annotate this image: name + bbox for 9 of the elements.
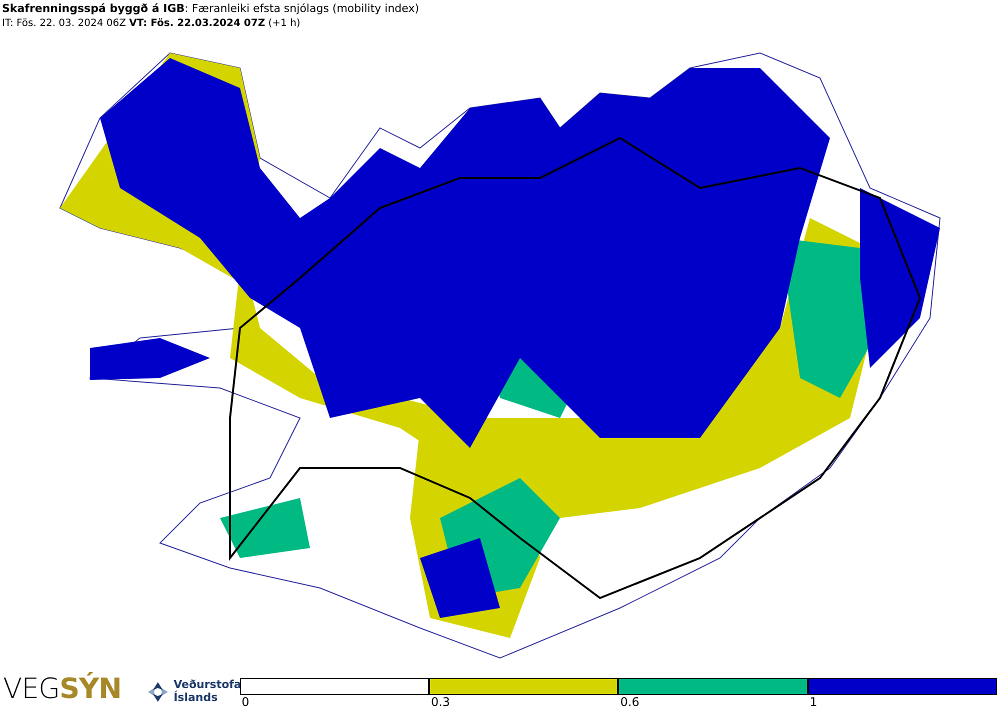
forecast-times: IT: Fös. 22. 03. 2024 06Z VT: Fös. 22.03.2024 07Z (+1 h) xyxy=(2,17,300,31)
vedurstofa-logo-text: Íslands xyxy=(174,691,218,704)
arrows-logo-icon xyxy=(146,681,170,703)
legend-label: 0.3 xyxy=(430,695,450,709)
legend-label: 0 xyxy=(240,695,250,709)
legend-label: 0.6 xyxy=(619,695,640,709)
legend-label: 1 xyxy=(808,695,818,709)
map-title: Skafrenningsspá byggð á IGB: Færanleiki efsta snjólags (mobility index) xyxy=(2,1,420,16)
vedurstofa-logo-text: Veðurstofa xyxy=(174,678,242,691)
